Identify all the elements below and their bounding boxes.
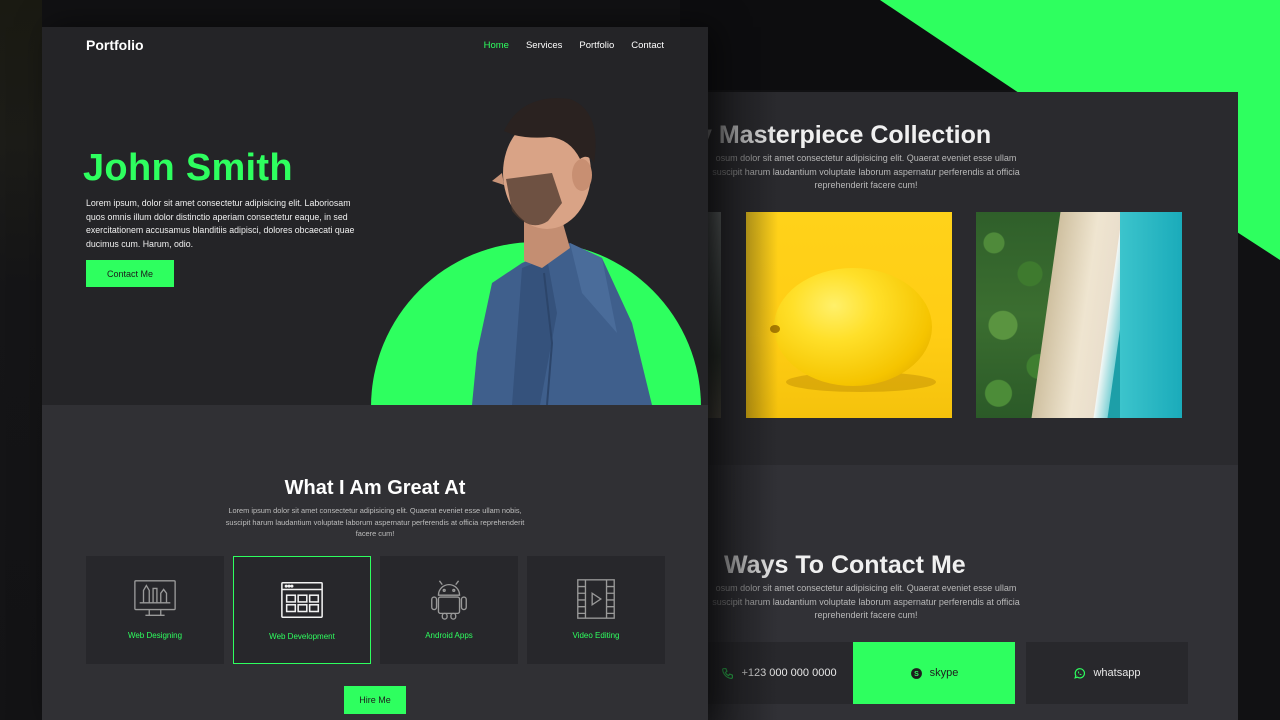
service-label-android-apps: Android Apps xyxy=(425,631,473,640)
front-page-preview: Portfolio Home Services Portfolio Contac… xyxy=(42,27,708,720)
services-description: Lorem ipsum dolor sit amet consectetur a… xyxy=(225,506,525,539)
portfolio-photo-partial[interactable] xyxy=(708,212,721,418)
nav-contact[interactable]: Contact xyxy=(631,40,664,51)
portfolio-photo-beach[interactable] xyxy=(976,212,1182,418)
background-left-edge xyxy=(0,0,42,720)
whatsapp-icon xyxy=(1074,667,1086,679)
contact-skype-label: skype xyxy=(929,667,959,679)
browser-window-icon xyxy=(281,581,323,619)
service-card-web-development[interactable]: Web Development xyxy=(233,556,371,664)
nav-home[interactable]: Home xyxy=(484,40,509,51)
contact-me-button[interactable]: Contact Me xyxy=(86,260,174,287)
portfolio-description: osum dolor sit amet consectetur adipisic… xyxy=(712,153,1020,190)
phone-icon xyxy=(722,667,734,679)
profile-photo xyxy=(472,98,652,405)
service-label-web-development: Web Development xyxy=(269,632,335,641)
portfolio-photo-lemon[interactable] xyxy=(746,212,952,418)
monitor-design-icon xyxy=(134,580,176,616)
contact-phone[interactable]: +123 000 000 0000 xyxy=(708,642,860,704)
main-nav: Home Services Portfolio Contact xyxy=(484,40,664,51)
contact-phone-label: +123 000 000 0000 xyxy=(741,667,837,679)
lemon-image xyxy=(774,268,932,386)
service-label-web-designing: Web Designing xyxy=(127,631,183,640)
services-title: What I Am Great At xyxy=(284,477,466,499)
lemon-tip xyxy=(770,325,780,333)
hero-name: John Smith xyxy=(83,147,293,189)
hero-section: Portfolio Home Services Portfolio Contac… xyxy=(42,27,708,572)
contact-title: Ways To Contact Me xyxy=(724,551,966,579)
contact-skype[interactable]: S skype xyxy=(853,642,1015,704)
skype-icon: S xyxy=(910,667,922,679)
contact-description: osum dolor sit amet consectetur adipisic… xyxy=(712,583,1020,620)
brand-logo[interactable]: Portfolio xyxy=(86,37,144,53)
contact-whatsapp[interactable]: whatsapp xyxy=(1026,642,1188,704)
svg-text:S: S xyxy=(914,670,919,677)
film-play-icon xyxy=(577,579,615,619)
contact-whatsapp-label: whatsapp xyxy=(1093,667,1141,679)
services-section: What I Am Great At Lorem ipsum dolor sit… xyxy=(42,405,708,720)
android-icon xyxy=(431,580,467,620)
hire-me-button[interactable]: Hire Me xyxy=(344,686,406,714)
service-card-android-apps[interactable]: Android Apps xyxy=(380,556,518,664)
contact-section: Ways To Contact Me osum dolor sit amet c… xyxy=(708,465,1238,720)
back-page-preview: y Masterpiece Collection osum dolor sit … xyxy=(708,92,1238,720)
beach-sea xyxy=(1120,212,1182,418)
hero-text: Lorem ipsum, dolor sit amet consectetur … xyxy=(86,198,355,249)
portfolio-section: y Masterpiece Collection osum dolor sit … xyxy=(708,92,1238,465)
service-label-video-editing: Video Editing xyxy=(572,631,620,640)
nav-services[interactable]: Services xyxy=(526,40,562,51)
portfolio-title: y Masterpiece Collection xyxy=(708,121,992,149)
nav-portfolio[interactable]: Portfolio xyxy=(579,40,614,51)
service-card-video-editing[interactable]: Video Editing xyxy=(527,556,665,664)
service-card-web-designing[interactable]: Web Designing xyxy=(86,556,224,664)
